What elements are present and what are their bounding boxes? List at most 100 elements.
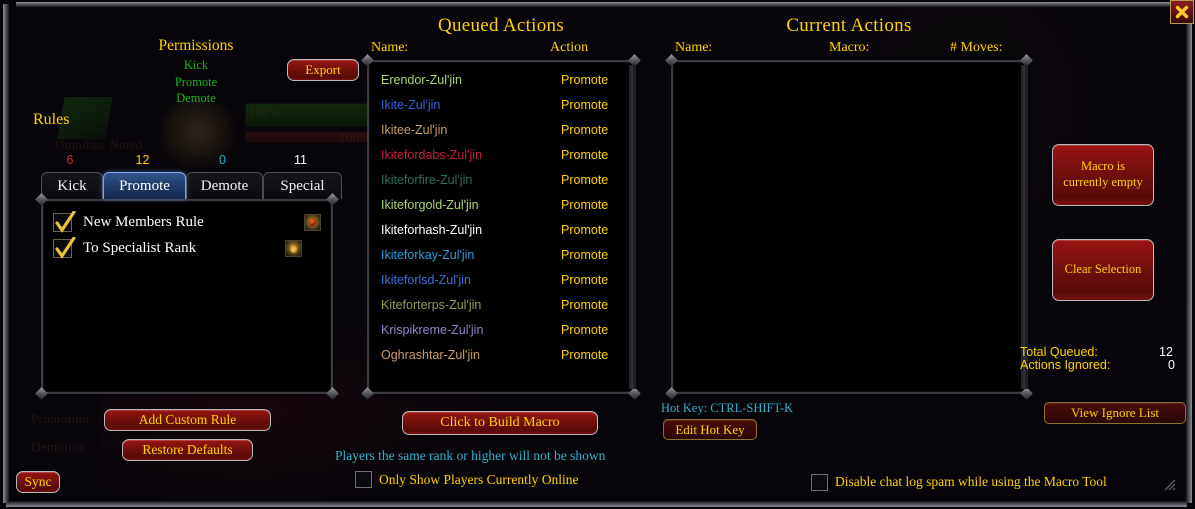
restore-defaults-button[interactable]: Restore Defaults (122, 439, 253, 461)
total-queued-value: 12 (1159, 345, 1173, 359)
queued-action-type: Promote (561, 148, 609, 162)
sync-button[interactable]: Sync (16, 471, 60, 493)
queued-player-name: Ikiteforgold-Zul'jin (381, 198, 479, 212)
queued-action-row[interactable]: Ikiteforlsd-Zul'jin Promote (377, 268, 625, 293)
queued-action-row[interactable]: Ikitee-Zul'jin Promote (377, 118, 625, 143)
actions-ignored-label: Actions Ignored: (1020, 358, 1111, 372)
permission-demote: Demote (176, 91, 216, 105)
queued-player-name: Ikitee-Zul'jin (381, 123, 448, 137)
only-show-online-checkbox[interactable] (355, 471, 372, 488)
current-col-name-header: Name: (675, 40, 713, 55)
add-custom-rule-button[interactable]: Add Custom Rule (104, 409, 271, 431)
tab-label: Demote (200, 178, 249, 194)
frame-corner-icon (628, 387, 641, 400)
macro-status-line1: Macro is (1080, 159, 1126, 174)
actions-ignored-value: 0 (1168, 358, 1175, 372)
tab-count-special: 11 (294, 153, 307, 167)
macro-status-button[interactable]: Macro is currently empty (1052, 144, 1154, 206)
frame-corner-icon (35, 387, 48, 400)
rules-list-box: New Members Rule To Specialist Rank (35, 199, 339, 400)
build-macro-button[interactable]: Click to Build Macro (402, 411, 598, 435)
disable-chat-spam-label: Disable chat log spam while using the Ma… (835, 474, 1107, 489)
queued-player-name: Ikiteforhash-Zul'jin (381, 223, 483, 237)
queued-player-name: Krispikreme-Zul'jin (381, 323, 484, 337)
current-actions-list-box (665, 60, 1033, 400)
queued-player-name: Ikitefordabs-Zul'jin (381, 148, 483, 162)
queued-action-row[interactable]: Ikiteforgold-Zul'jin Promote (377, 193, 625, 218)
current-col-macro-header: Macro: (829, 40, 870, 55)
tab-kick[interactable]: Kick (41, 172, 103, 199)
queued-action-row[interactable]: Ikiteforfire-Zul'jin Promote (377, 168, 625, 193)
edit-hotkey-button[interactable]: Edit Hot Key (663, 419, 757, 440)
frame-corner-icon (326, 387, 339, 400)
view-ignore-list-button[interactable]: View Ignore List (1044, 402, 1186, 424)
queued-action-row[interactable]: Ikiteforhash-Zul'jin Promote (377, 218, 625, 243)
queued-action-row[interactable]: Krispikreme-Zul'jin Promote (377, 318, 625, 343)
tab-demote[interactable]: Demote (186, 172, 263, 199)
queued-action-row[interactable]: Oghrashtar-Zul'jin Promote (377, 343, 625, 368)
current-list-scrollbar[interactable] (1021, 65, 1028, 389)
disable-chat-spam-checkbox[interactable] (811, 474, 828, 491)
queued-action-type: Promote (561, 198, 609, 212)
queued-action-row[interactable]: Ikiteforkay-Zul'jin Promote (377, 243, 625, 268)
queued-action-type: Promote (561, 273, 609, 287)
queued-action-row[interactable]: Erendor-Zul'jin Promote (377, 68, 625, 93)
tab-label: Kick (57, 178, 87, 194)
wow-guild-macro-tool-window: Promotion Demotion Omnibus Noted 100% 100% P… (0, 0, 1195, 509)
queued-col-action-header: Action (550, 40, 589, 55)
rule-checkbox[interactable] (53, 237, 76, 259)
close-button[interactable] (1170, 0, 1194, 24)
queued-action-type: Promote (561, 348, 609, 362)
clear-selection-button[interactable]: Clear Selection (1052, 239, 1154, 301)
queued-player-name: Erendor-Zul'jin (381, 73, 462, 87)
queued-action-type: Promote (561, 323, 609, 337)
frame-corner-icon (665, 387, 678, 400)
queued-action-type: Promote (561, 298, 609, 312)
queued-player-name: Oghrashtar-Zul'jin (381, 348, 480, 362)
frame-corner-icon (1020, 387, 1033, 400)
queued-action-type: Promote (561, 98, 609, 112)
permissions-list: Kick Promote Demote (134, 57, 258, 107)
window-content: Promotion Demotion Omnibus Noted 100% 100% P… (9, 7, 1186, 501)
queued-list-scrollbar[interactable] (629, 65, 636, 389)
queued-actions-title: Queued Actions (437, 15, 565, 36)
window-edge-right (1186, 4, 1192, 503)
tab-count-row: 6 12 0 11 (39, 153, 367, 169)
queued-player-name: Kiteforterps-Zul'jin (381, 298, 482, 312)
rule-row[interactable]: New Members Rule (53, 211, 321, 235)
queued-action-type: Promote (561, 73, 609, 87)
rule-checkbox[interactable] (53, 211, 76, 233)
queued-action-row[interactable]: Kiteforterps-Zul'jin Promote (377, 293, 625, 318)
permission-promote: Promote (174, 74, 218, 89)
current-col-moves-header: # Moves: (950, 40, 1003, 55)
queued-action-row[interactable]: Ikite-Zul'jin Promote (377, 93, 625, 118)
background-mana-bar (245, 131, 377, 143)
rule-row[interactable]: To Specialist Rank (53, 237, 321, 261)
background-ghost-text: Promotion (31, 411, 90, 426)
resize-grip-icon[interactable] (1162, 477, 1176, 491)
flame-rule-icon[interactable] (285, 240, 302, 257)
only-show-online-label: Only Show Players Currently Online (379, 472, 579, 487)
tab-count-kick: 6 (66, 153, 74, 167)
queued-action-row[interactable]: Ikitefordabs-Zul'jin Promote (377, 143, 625, 168)
background-ghost-text: Omnibus Noted (55, 137, 143, 152)
rules-label: Rules (33, 111, 70, 128)
current-actions-title: Current Actions (786, 15, 912, 36)
queued-actions-list-box: Erendor-Zul'jin Promote Ikite-Zul'jin Promo… (361, 60, 641, 400)
queued-action-type: Promote (561, 248, 609, 262)
hotkey-label: Hot Key: CTRL-SHIFT-K (661, 401, 794, 415)
queued-player-name: Ikiteforlsd-Zul'jin (381, 273, 471, 287)
tab-promote[interactable]: Promote (103, 172, 186, 199)
permissions-title: Permissions (158, 37, 234, 54)
macro-status-line2: currently empty (1063, 175, 1143, 189)
close-x-icon (1175, 5, 1189, 19)
rule-label: New Members Rule (83, 214, 204, 230)
total-queued-label: Total Queued: (1020, 345, 1098, 359)
tab-label: Promote (119, 178, 170, 194)
tab-count-promote: 12 (135, 153, 150, 167)
export-button[interactable]: Export (287, 59, 359, 81)
gem-rule-icon[interactable] (304, 214, 321, 231)
queued-player-name: Ikiteforkay-Zul'jin (381, 248, 475, 262)
queued-player-name: Ikiteforfire-Zul'jin (381, 173, 473, 187)
queued-col-name-header: Name: (371, 40, 409, 55)
